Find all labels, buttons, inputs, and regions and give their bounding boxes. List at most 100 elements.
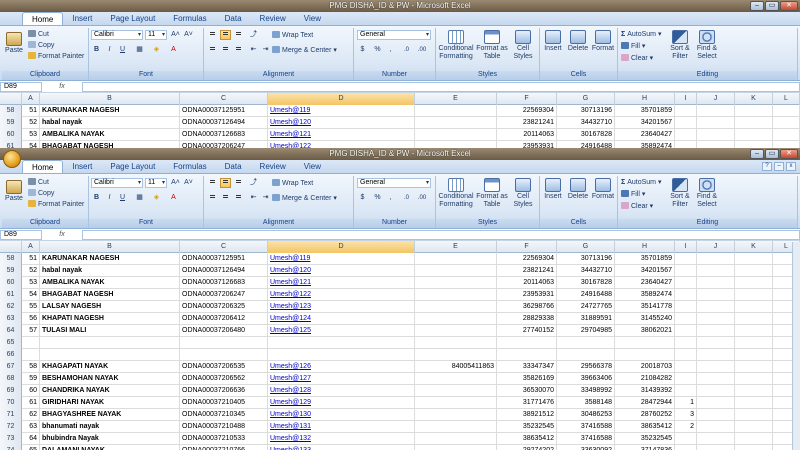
cell-d[interactable]: Umesh@122 xyxy=(268,289,415,301)
cell-d[interactable]: Umesh@119 xyxy=(268,253,415,265)
close-button[interactable]: ✕ xyxy=(780,1,798,11)
cell-c[interactable]: ODNA00037210488 xyxy=(180,421,268,433)
cell-b[interactable]: bhubindra Nayak xyxy=(40,433,180,445)
tab-data[interactable]: Data xyxy=(216,160,251,173)
cell-f[interactable]: 27740152 xyxy=(497,325,557,337)
cell-h[interactable]: 28760252 xyxy=(615,409,675,421)
comma-button[interactable]: , xyxy=(385,193,396,203)
column-header-j[interactable]: J xyxy=(697,93,735,105)
column-header-j[interactable]: J xyxy=(697,241,735,253)
restore-button[interactable]: ▭ xyxy=(765,149,779,159)
cell-a[interactable] xyxy=(22,349,40,361)
delete-cells-button[interactable]: Delete xyxy=(566,30,590,53)
cell-c[interactable]: ODNA00037210345 xyxy=(180,409,268,421)
cell-e[interactable] xyxy=(415,445,497,450)
font-size-select[interactable]: 11 xyxy=(145,30,167,40)
cell-k[interactable] xyxy=(735,337,773,349)
cell-k[interactable] xyxy=(735,129,773,141)
row-header[interactable]: 58 xyxy=(0,253,22,265)
cell-e[interactable] xyxy=(415,385,497,397)
cell-j[interactable] xyxy=(697,277,735,289)
cell-i[interactable] xyxy=(675,117,697,129)
cell-d[interactable]: Umesh@119 xyxy=(268,105,415,117)
cell-b[interactable]: TULASI MALI xyxy=(40,325,180,337)
cell-i[interactable] xyxy=(675,265,697,277)
cell-h[interactable]: 28472944 xyxy=(615,397,675,409)
cell-k[interactable] xyxy=(735,277,773,289)
row-header[interactable]: 73 xyxy=(0,433,22,445)
cell-k[interactable] xyxy=(735,421,773,433)
orientation-icon[interactable]: ⤴ xyxy=(248,30,259,40)
tab-insert[interactable]: Insert xyxy=(63,12,101,25)
cell-k[interactable] xyxy=(735,433,773,445)
column-header-g[interactable]: G xyxy=(557,241,615,253)
cell-d[interactable]: Umesh@133 xyxy=(268,445,415,450)
cell-j[interactable] xyxy=(697,129,735,141)
cell-i[interactable] xyxy=(675,373,697,385)
grow-font-icon[interactable]: A˄ xyxy=(170,178,181,188)
cell-h[interactable]: 34201567 xyxy=(615,265,675,277)
cell-a[interactable]: 65 xyxy=(22,445,40,450)
column-header-c[interactable]: C xyxy=(180,241,268,253)
italic-button[interactable]: I xyxy=(104,45,115,55)
row-header[interactable]: 61 xyxy=(0,141,22,148)
cell-e[interactable] xyxy=(415,313,497,325)
cell-f[interactable]: 22569304 xyxy=(497,105,557,117)
cell-b[interactable]: BHAGYASHREE NAYAK xyxy=(40,409,180,421)
column-header-e[interactable]: E xyxy=(415,241,497,253)
cell-k[interactable] xyxy=(735,409,773,421)
autosum-button[interactable]: Σ AutoSum ▾ xyxy=(621,178,661,187)
font-size-select[interactable]: 11 xyxy=(145,178,167,188)
cell-h[interactable]: 35232545 xyxy=(615,433,675,445)
fx-icon[interactable]: fx xyxy=(42,231,82,238)
find-select-button[interactable]: Find & Select xyxy=(694,178,720,209)
cell-f[interactable]: 31771476 xyxy=(497,397,557,409)
cell-c[interactable]: ODNA00037126683 xyxy=(180,277,268,289)
cell-g[interactable]: 34432710 xyxy=(557,117,615,129)
cell-l[interactable] xyxy=(773,129,800,141)
cell-b[interactable]: KHAGAPATI NAYAK xyxy=(40,361,180,373)
column-header-a[interactable]: A xyxy=(22,241,40,253)
cell-a[interactable]: 51 xyxy=(22,253,40,265)
cell-a[interactable]: 54 xyxy=(22,289,40,301)
font-name-select[interactable]: Calibri xyxy=(91,178,143,188)
cell-d[interactable]: Umesh@131 xyxy=(268,421,415,433)
cell-d[interactable]: Umesh@122 xyxy=(268,141,415,148)
cell-b[interactable]: habal nayak xyxy=(40,117,180,129)
cell-h[interactable]: 37147836 xyxy=(615,445,675,450)
cell-f[interactable]: 28829338 xyxy=(497,313,557,325)
align-bottom-icon[interactable] xyxy=(233,178,244,188)
conditional-formatting-button[interactable]: Conditional Formatting xyxy=(437,30,475,61)
cell-a[interactable]: 51 xyxy=(22,105,40,117)
cell-h[interactable]: 38062021 xyxy=(615,325,675,337)
cell-a[interactable]: 58 xyxy=(22,361,40,373)
column-header-l[interactable]: L xyxy=(773,93,800,105)
cell-b[interactable]: LALSAY NAGESH xyxy=(40,301,180,313)
cell-b[interactable]: BHAGABAT NAGESH xyxy=(40,289,180,301)
underline-button[interactable]: U xyxy=(117,45,128,55)
cell-g[interactable]: 30486253 xyxy=(557,409,615,421)
cell-k[interactable] xyxy=(735,445,773,450)
cut-button[interactable]: Cut xyxy=(28,178,49,187)
column-header-i[interactable]: I xyxy=(675,241,697,253)
cell-g[interactable]: 3588148 xyxy=(557,397,615,409)
cell-i[interactable] xyxy=(675,129,697,141)
cell-f[interactable]: 36298766 xyxy=(497,301,557,313)
select-all-corner[interactable] xyxy=(0,93,22,105)
column-header-g[interactable]: G xyxy=(557,93,615,105)
cell-c[interactable]: ODNA00037206412 xyxy=(180,313,268,325)
cell-k[interactable] xyxy=(735,265,773,277)
worksheet-grid[interactable]: A B C D E F G H I J K L 58 51 KARUNAKAR NAGESH ODNA0003… xyxy=(0,93,800,148)
cell-a[interactable]: 56 xyxy=(22,313,40,325)
cell-i[interactable] xyxy=(675,141,697,148)
paste-button[interactable]: Paste xyxy=(4,180,24,203)
minimize-button[interactable]: – xyxy=(750,1,764,11)
cell-i[interactable] xyxy=(675,277,697,289)
close-button[interactable]: ✕ xyxy=(780,149,798,159)
cell-c[interactable] xyxy=(180,349,268,361)
fill-button[interactable]: Fill ▾ xyxy=(621,42,645,51)
currency-button[interactable]: $ xyxy=(357,45,368,55)
row-header[interactable]: 59 xyxy=(0,117,22,129)
cell-a[interactable]: 52 xyxy=(22,117,40,129)
vertical-scrollbar[interactable] xyxy=(792,242,800,450)
